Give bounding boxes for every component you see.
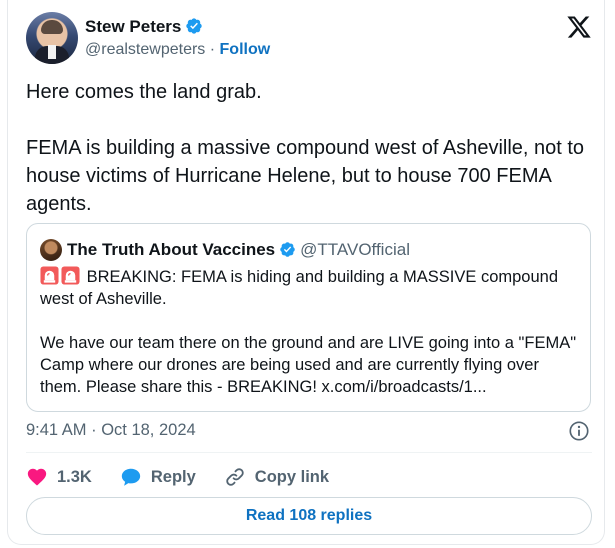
siren-emoji-icon	[61, 266, 80, 285]
info-icon[interactable]	[568, 420, 590, 442]
x-logo-icon[interactable]	[566, 14, 592, 40]
quoted-tweet[interactable]: The Truth About Vaccines @TTAVOfficial BR…	[26, 223, 591, 412]
quote-text: BREAKING: FEMA is hiding and building a …	[40, 266, 580, 420]
reply-label: Reply	[150, 467, 196, 486]
author-avatar[interactable]	[26, 12, 78, 64]
tweet-timestamp[interactable]: 9:41 AM · Oct 18, 2024	[26, 421, 196, 440]
follow-button[interactable]: Follow	[220, 41, 271, 58]
author-handle[interactable]: @realstewpeters	[85, 41, 205, 58]
quote-paragraph-2: We have our team there on the ground and…	[40, 334, 577, 396]
copy-link-button[interactable]: Copy link	[224, 466, 329, 488]
handle-separator: ·	[205, 41, 220, 58]
tweet-text: Here comes the land grab. FEMA is buildi…	[26, 81, 585, 215]
read-replies-button[interactable]: Read 108 replies	[26, 497, 592, 535]
action-bar: 1.3K Reply Copy link	[26, 463, 329, 491]
verified-badge-icon	[186, 18, 203, 34]
link-icon	[226, 468, 244, 486]
heart-icon	[27, 468, 47, 486]
quote-author-row: The Truth About Vaccines @TTAVOfficial	[67, 240, 410, 260]
speech-bubble-icon	[121, 468, 141, 486]
quote-author-handle: @TTAVOfficial	[300, 240, 410, 259]
like-button[interactable]: 1.3K	[26, 466, 92, 488]
actions-divider	[26, 452, 592, 453]
quote-author-avatar	[40, 239, 62, 261]
quote-paragraph-1: BREAKING: FEMA is hiding and building a …	[40, 268, 558, 308]
quote-author-name: The Truth About Vaccines	[67, 240, 276, 259]
author-handle-row: @realstewpeters · Follow	[85, 41, 270, 59]
like-count: 1.3K	[57, 467, 92, 486]
siren-emoji-icon	[40, 266, 59, 285]
author-name-row[interactable]: Stew Peters	[85, 17, 203, 37]
copy-link-label: Copy link	[254, 467, 330, 486]
reply-button[interactable]: Reply	[120, 466, 196, 488]
author-name[interactable]: Stew Peters	[85, 17, 181, 36]
verified-badge-icon	[280, 242, 295, 257]
